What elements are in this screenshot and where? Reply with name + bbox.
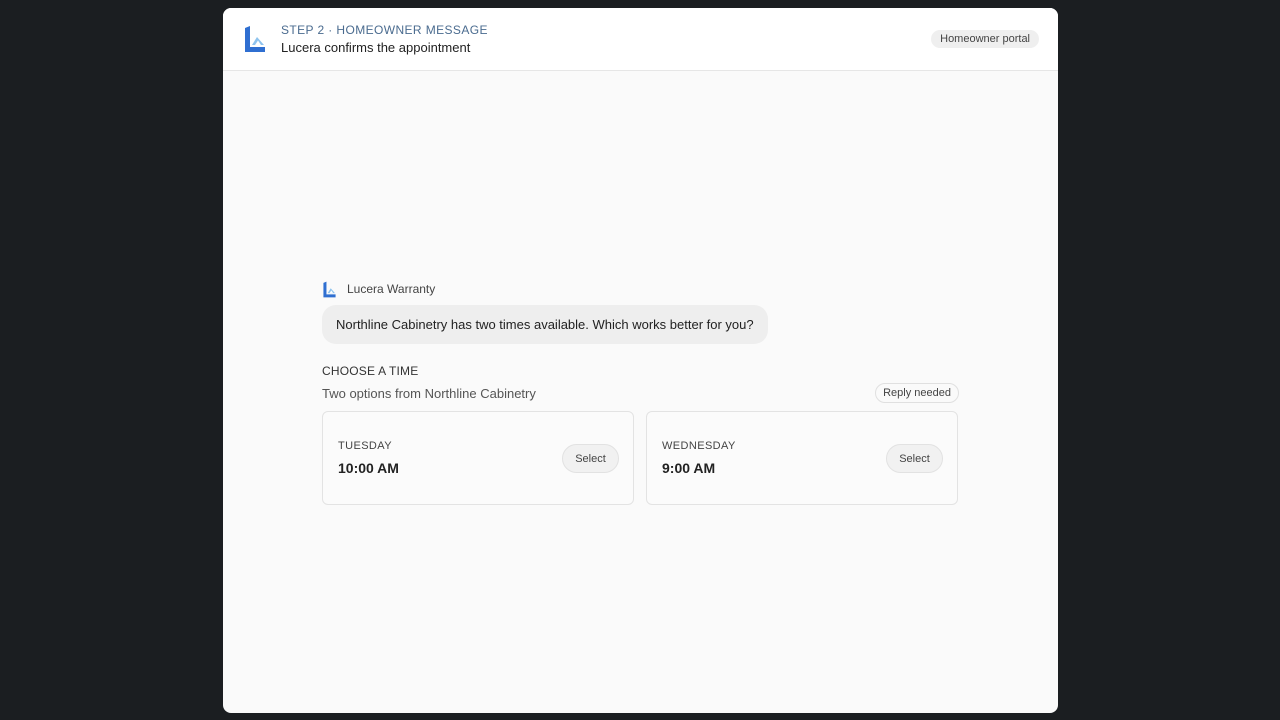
slot-time: 10:00 AM: [338, 460, 399, 476]
step-label: STEP 2 · HOMEOWNER MESSAGE: [281, 23, 488, 37]
app-window: STEP 2 · HOMEOWNER MESSAGE Lucera confir…: [223, 8, 1058, 713]
header: STEP 2 · HOMEOWNER MESSAGE Lucera confir…: [223, 8, 1058, 71]
lucera-logo-icon: [323, 281, 336, 297]
slot-time: 9:00 AM: [662, 460, 716, 476]
choose-subrow: Two options from Northline Cabinetry Rep…: [322, 383, 959, 403]
time-slot-card[interactable]: TUESDAY 10:00 AM Select: [322, 411, 634, 505]
select-wednesday-button[interactable]: Select: [886, 444, 943, 473]
page-title: Lucera confirms the appointment: [281, 40, 471, 55]
select-tuesday-button[interactable]: Select: [562, 444, 619, 473]
sender-name: Lucera Warranty: [347, 282, 436, 296]
message-sender: Lucera Warranty: [322, 280, 959, 298]
message-area: Lucera Warranty Northline Cabinetry has …: [322, 280, 959, 505]
reply-needed-badge: Reply needed: [875, 383, 959, 403]
time-slots: TUESDAY 10:00 AM Select WEDNESDAY 9:00 A…: [322, 411, 959, 505]
portal-badge: Homeowner portal: [931, 30, 1039, 48]
choose-time-heading: CHOOSE A TIME: [322, 364, 419, 378]
lucera-logo-icon: [245, 26, 265, 52]
slot-day: TUESDAY: [338, 440, 392, 452]
message-bubble: Northline Cabinetry has two times availa…: [322, 305, 768, 344]
slot-day: WEDNESDAY: [662, 440, 736, 452]
choose-subtitle: Two options from Northline Cabinetry: [322, 385, 536, 401]
time-slot-card[interactable]: WEDNESDAY 9:00 AM Select: [646, 411, 958, 505]
